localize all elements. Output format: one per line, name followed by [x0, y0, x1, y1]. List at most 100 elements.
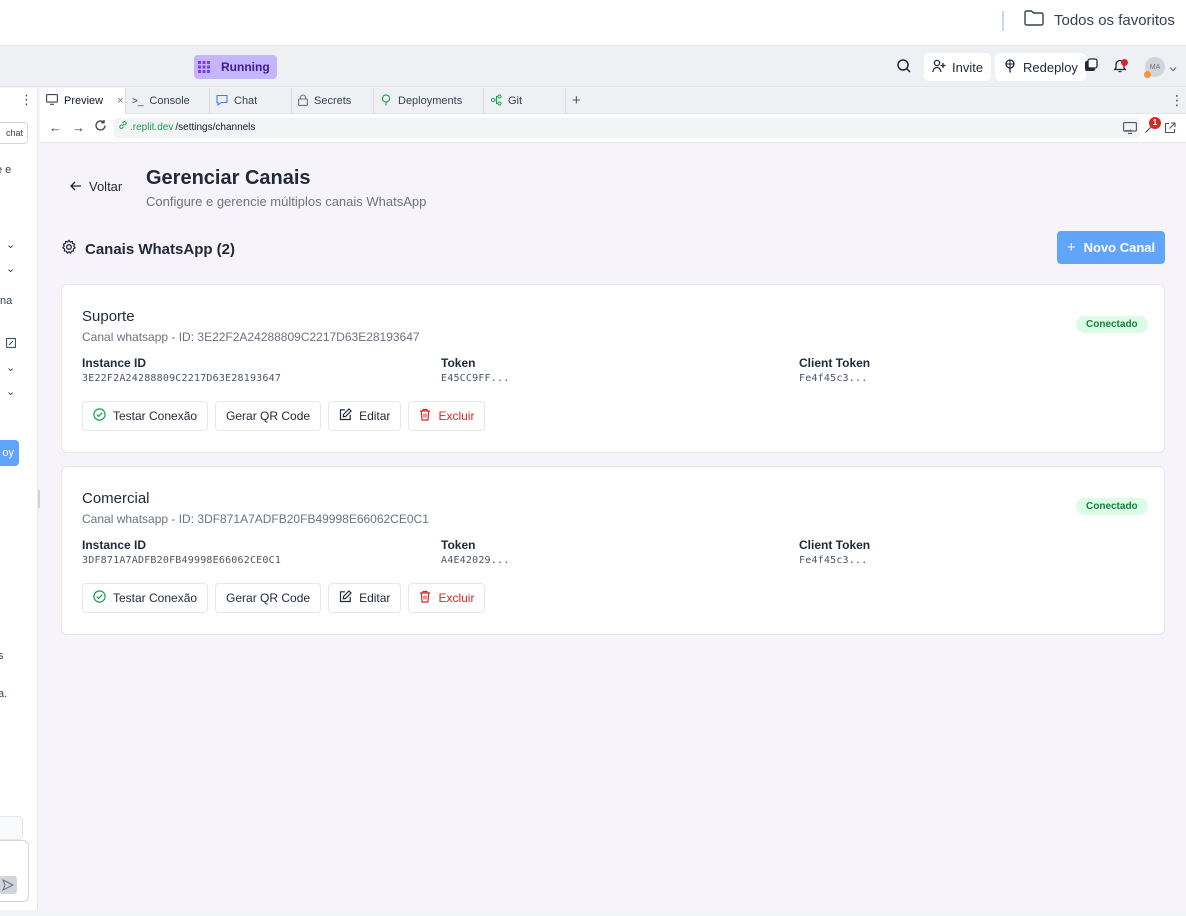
page-subtitle: Configure e gerencie múltiplos canais Wh… — [146, 194, 427, 209]
chevron-down-icon[interactable]: ⌄ — [6, 361, 15, 374]
new-channel-label: Novo Canal — [1083, 240, 1156, 255]
delete-button[interactable]: Excluir — [408, 401, 486, 431]
token-field: Token E45CC9FF... — [441, 356, 509, 384]
deploy-icon — [1003, 58, 1017, 76]
channel-name: Comercial — [82, 490, 150, 507]
preview-url-bar: ← → .replit.dev/settings/channels → 1 — [40, 114, 1186, 143]
tab-label: Deployments — [398, 95, 463, 107]
channel-card: Suporte Canal whatsapp - ID: 3E22F2A2428… — [61, 284, 1165, 453]
arrow-left-icon — [70, 179, 82, 194]
close-icon[interactable]: × — [117, 95, 123, 107]
button-label: Testar Conexão — [113, 409, 198, 423]
client-token-field: Client Token Fe4f45c3... — [799, 538, 870, 566]
device-preview-icon[interactable] — [1123, 121, 1137, 139]
kebab-menu-icon[interactable]: ⋮ — [20, 92, 33, 108]
field-label: Instance ID — [82, 538, 147, 552]
avatar-initials: MA — [1149, 63, 1161, 71]
chat-icon — [216, 94, 228, 109]
tab-console[interactable]: >_ Console — [126, 88, 210, 114]
text-fragment: e e — [0, 164, 12, 176]
refresh-icon[interactable] — [94, 119, 107, 135]
back-button[interactable]: Voltar — [70, 179, 122, 194]
button-label: Editar — [359, 591, 391, 605]
text-fragment: a. — [0, 688, 8, 700]
token-field: Token A4E42029... — [441, 538, 509, 566]
user-avatar[interactable]: MA — [1144, 57, 1165, 78]
invite-label: Invite — [952, 59, 984, 75]
search-icon[interactable] — [896, 58, 912, 79]
instance-id-field: Instance ID 3E22F2A24288809C2217D63E2819… — [82, 356, 281, 384]
url-host: .replit.dev — [130, 122, 174, 133]
field-value: A4E42029... — [441, 555, 510, 566]
tab-chat[interactable]: Chat — [210, 88, 292, 114]
button-label: Gerar QR Code — [226, 409, 311, 423]
open-external-icon[interactable] — [6, 338, 16, 351]
plus-icon: + — [1066, 239, 1076, 256]
chevron-down-icon[interactable]: ⌄ — [6, 385, 15, 398]
left-pane: ⋮ chat e e ⌄ ⌄ na ⌄ ⌄ oy s a. — [0, 88, 38, 910]
layers-icon[interactable] — [1084, 58, 1098, 77]
devtools-error-badge: 1 — [1149, 117, 1161, 129]
redeploy-label: Redeploy — [1023, 59, 1078, 75]
page-title: Gerenciar Canais — [146, 167, 311, 189]
generate-qr-button[interactable]: Gerar QR Code — [215, 583, 322, 613]
text-fragment: s — [0, 650, 4, 662]
edit-button[interactable]: Editar — [328, 583, 402, 613]
run-grid-icon[interactable] — [194, 55, 214, 79]
terminal-icon: >_ — [132, 95, 144, 107]
url-input[interactable]: .replit.dev/settings/channels → — [114, 118, 1140, 138]
chevron-down-icon[interactable]: ⌄ — [6, 262, 15, 275]
git-icon — [490, 93, 502, 109]
generate-qr-button[interactable]: Gerar QR Code — [215, 401, 322, 431]
running-status-badge[interactable]: Running — [214, 55, 277, 79]
tab-deployments[interactable]: Deployments — [374, 88, 484, 114]
chevron-down-icon[interactable] — [1169, 60, 1177, 78]
new-channel-button[interactable]: + Novo Canal — [1057, 231, 1165, 264]
redeploy-button[interactable]: Redeploy — [995, 53, 1086, 81]
workspace-header: Running Invite Redeploy MA — [0, 47, 1186, 87]
add-tab-icon[interactable]: + — [572, 92, 581, 109]
test-connection-button[interactable]: Testar Conexão — [82, 401, 209, 431]
chat-input[interactable] — [0, 840, 29, 902]
button-label: Excluir — [438, 591, 475, 605]
invite-button[interactable]: Invite — [924, 53, 992, 81]
tab-preview[interactable]: Preview × — [40, 88, 126, 114]
trash-icon — [419, 590, 431, 606]
button-label: Gerar QR Code — [226, 591, 311, 605]
tab-git[interactable]: Git — [484, 88, 566, 114]
chevron-down-icon[interactable]: ⌄ — [6, 238, 15, 251]
test-connection-button[interactable]: Testar Conexão — [82, 583, 209, 613]
delete-button[interactable]: Excluir — [408, 583, 486, 613]
all-bookmarks-label: Todos os favoritos — [1054, 11, 1175, 29]
status-badge: Conectado — [1076, 498, 1148, 515]
edit-icon — [339, 590, 352, 606]
field-value: 3E22F2A24288809C2217D63E28193647 — [82, 373, 282, 384]
status-badge: Conectado — [1076, 316, 1148, 333]
section-title: Canais WhatsApp (2) — [85, 240, 236, 258]
monitor-icon — [46, 94, 58, 108]
bookmarks-bar: Todos os favoritos — [0, 0, 1186, 46]
field-label: Token — [441, 356, 476, 370]
field-value: Fe4f45c3... — [799, 555, 868, 566]
bookmarks-separator — [1002, 11, 1004, 31]
send-icon[interactable] — [0, 876, 17, 894]
more-options-icon[interactable]: ⋮ — [1170, 92, 1184, 109]
tab-secrets[interactable]: Secrets — [292, 88, 374, 114]
instance-id-field: Instance ID 3DF871A7ADFB20FB49998E66062C… — [82, 538, 281, 566]
avatar-status-dot — [1144, 71, 1151, 78]
back-label: Voltar — [89, 179, 123, 194]
field-value: E45CC9FF... — [441, 373, 510, 384]
check-circle-icon — [93, 590, 106, 606]
open-new-tab-icon[interactable] — [1164, 121, 1176, 139]
tab-label: Git — [508, 95, 523, 107]
all-bookmarks-folder[interactable]: Todos os favoritos — [1024, 10, 1175, 30]
forward-arrow-icon[interactable]: → — [72, 120, 85, 135]
folder-icon — [1024, 10, 1044, 30]
edit-button[interactable]: Editar — [328, 401, 402, 431]
edit-icon — [339, 408, 352, 424]
deploy-button[interactable]: oy — [0, 440, 19, 466]
tab-label: Chat — [234, 95, 258, 107]
new-chat-button[interactable]: chat — [0, 122, 28, 144]
button-label: Excluir — [438, 409, 475, 423]
back-arrow-icon[interactable]: ← — [49, 120, 62, 135]
